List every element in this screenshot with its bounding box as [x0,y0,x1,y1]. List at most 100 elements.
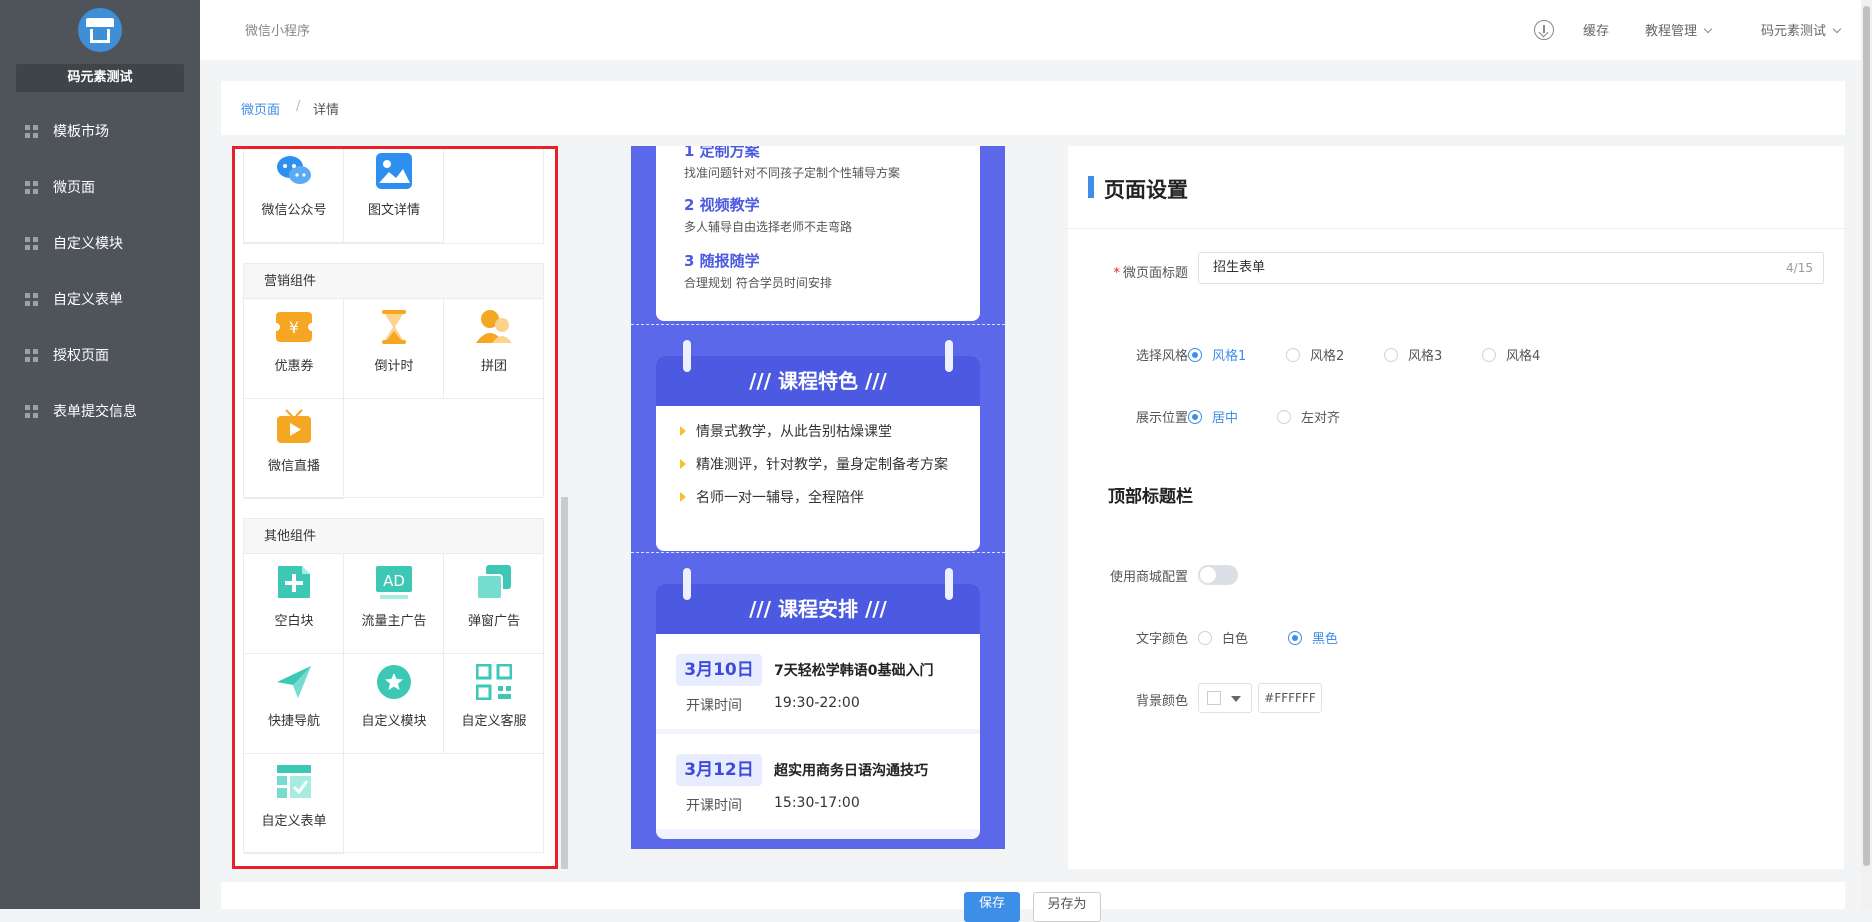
component-blank-block[interactable]: 空白块 [244,554,344,654]
component-countdown[interactable]: 倒计时 [344,299,444,399]
use-mall-switch[interactable] [1198,565,1238,585]
component-quick-nav[interactable]: 快捷导航 [244,654,344,754]
component-traffic-ad[interactable]: AD 流量主广告 [344,554,444,654]
page-preview: 1 定制方案 找准问题针对不同孩子定制个性辅导方案 2 视频教学 多人辅导自由选… [631,146,1005,849]
component-rich-text[interactable]: 图文详情 [344,149,444,243]
radio-label: 左对齐 [1301,411,1341,426]
component-custom-service[interactable]: 自定义客服 [444,654,544,754]
sidebar-item-form-submissions[interactable]: 表单提交信息 [0,383,200,439]
position-radio-left[interactable]: 左对齐 [1277,407,1340,426]
breadcrumb-parent-link[interactable]: 微页面 [241,99,280,118]
component-wechat-live[interactable]: 微信直播 [244,399,344,499]
divider [631,324,1005,325]
color-swatch [1207,691,1221,705]
scrollbar-thumb[interactable] [1863,6,1870,866]
store-logo-icon [78,8,122,52]
store-name[interactable]: 码元素测试 [16,64,184,92]
base-components-section: 微信公众号 图文详情 [243,149,544,244]
radio-label: 风格1 [1212,349,1247,364]
component-coupon[interactable]: ¥ 优惠券 [244,299,344,399]
sidebar-item-auth-page[interactable]: 授权页面 [0,327,200,383]
breadcrumb: 微页面 / 详情 [221,81,1845,135]
schedule-time-label: 开课时间 [686,798,742,814]
wechat-icon [276,153,312,189]
bg-color-picker[interactable] [1198,683,1252,713]
radio-dot [1288,630,1302,645]
plan-step-title: 2 视频教学 [684,196,760,214]
component-label: 优惠券 [274,359,314,374]
page-title-label-text: 微页面标题 [1122,266,1188,281]
sidebar: 码元素测试 模板市场 微页面 自定义模块 自定义表单 授权页面 表单提交信息 [0,0,200,909]
radio-label: 风格2 [1310,349,1345,364]
page-title-input[interactable]: 招生表单 4/15 [1198,252,1824,284]
text-color-black-radio[interactable]: 黑色 [1288,628,1338,647]
blank-block-icon [276,564,312,600]
component-label: 倒计时 [374,359,414,374]
component-group-buy[interactable]: 拼团 [444,299,544,399]
radio-label: 居中 [1212,411,1239,426]
style-radio-3[interactable]: 风格3 [1384,345,1442,364]
sidebar-item-label: 授权页面 [53,348,109,364]
component-custom-module[interactable]: 自定义模块 [344,654,444,754]
plan-step-title: 1 定制方案 [684,146,760,160]
features-card: /// 课程特色 /// 情景式教学，从此告别枯燥课堂 精准测评，针对教学，量身… [656,340,980,551]
sidebar-item-custom-module[interactable]: 自定义模块 [0,215,200,271]
features-title: /// 课程特色 /// [656,356,980,406]
user-name: 码元素测试 [1761,24,1827,39]
cache-link[interactable]: 缓存 [1583,20,1609,39]
group-buy-icon [476,309,512,345]
user-menu[interactable]: 码元素测试 [1761,20,1842,39]
plan-step-title: 3 随报随学 [684,252,760,270]
schedule-time-label: 开课时间 [686,698,742,714]
position-radio-center[interactable]: 居中 [1188,407,1238,426]
tutorial-menu[interactable]: 教程管理 [1645,20,1713,39]
required-mark: * [1113,266,1120,281]
schedule-time: 19:30-22:00 [774,695,860,711]
text-color-white-radio[interactable]: 白色 [1198,628,1248,647]
plan-step-desc: 多人辅导自由选择老师不走弯路 [684,220,853,234]
radio-label: 风格4 [1506,349,1541,364]
caret-down-icon [1231,696,1241,702]
page-title-label: * 微页面标题 [1088,262,1188,281]
schedule-card: /// 课程安排 /// 3月10日 7天轻松学韩语0基础入门 开课时间 19:… [656,568,980,839]
component-label: 自定义客服 [461,714,527,729]
topbar-section-title: 顶部标题栏 [1108,487,1193,507]
svg-text:¥: ¥ [289,318,299,337]
other-components-section: 其他组件 空白块 AD 流量主广告 弹窗广告 快捷导航 自定义模块 自定义客服 … [243,518,544,854]
save-button[interactable]: 保存 [964,892,1020,922]
radio-dot [1188,347,1202,362]
component-custom-form[interactable]: 自定义表单 [244,754,344,854]
style-radio-1[interactable]: 风格1 [1188,345,1246,364]
sidebar-item-label: 模板市场 [53,124,109,140]
popup-icon [476,564,512,600]
style-radio-4[interactable]: 风格4 [1482,345,1540,364]
bg-color-label: 背景颜色 [1135,694,1188,709]
schedule-course: 超实用商务日语沟通技巧 [774,763,928,779]
nav-plane-icon [276,664,312,700]
sidebar-item-micro-page[interactable]: 微页面 [0,159,200,215]
page-scrollbar[interactable] [1861,0,1872,909]
schedule-item: 3月10日 7天轻松学韩语0基础入门 开课时间 19:30-22:00 [656,634,980,729]
download-icon[interactable] [1534,20,1554,40]
component-popup-ad[interactable]: 弹窗广告 [444,554,544,654]
sidebar-item-label: 表单提交信息 [53,404,137,420]
grid-icon [25,180,38,194]
schedule-item: 3月12日 超实用商务日语沟通技巧 开课时间 15:30-17:00 [656,734,980,829]
style-radio-2[interactable]: 风格2 [1286,345,1344,364]
radio-label: 风格3 [1408,349,1443,364]
bg-color-value[interactable]: #FFFFFF [1258,683,1322,713]
save-as-button[interactable]: 另存为 [1033,892,1101,922]
sidebar-item-template-market[interactable]: 模板市场 [0,103,200,159]
component-wechat-official[interactable]: 微信公众号 [244,149,344,243]
app-name: 微信小程序 [245,24,311,39]
radio-dot [1277,409,1291,424]
title-accent-bar [1088,176,1094,198]
sidebar-item-custom-form[interactable]: 自定义表单 [0,271,200,327]
sidebar-item-label: 自定义模块 [53,236,123,252]
sidebar-item-label: 微页面 [53,180,95,196]
radio-dot [1384,347,1398,362]
radio-dot [1198,630,1212,645]
chevron-down-icon [1703,24,1713,34]
chevron-down-icon [1832,24,1842,34]
panel-scrollbar[interactable] [561,497,568,869]
